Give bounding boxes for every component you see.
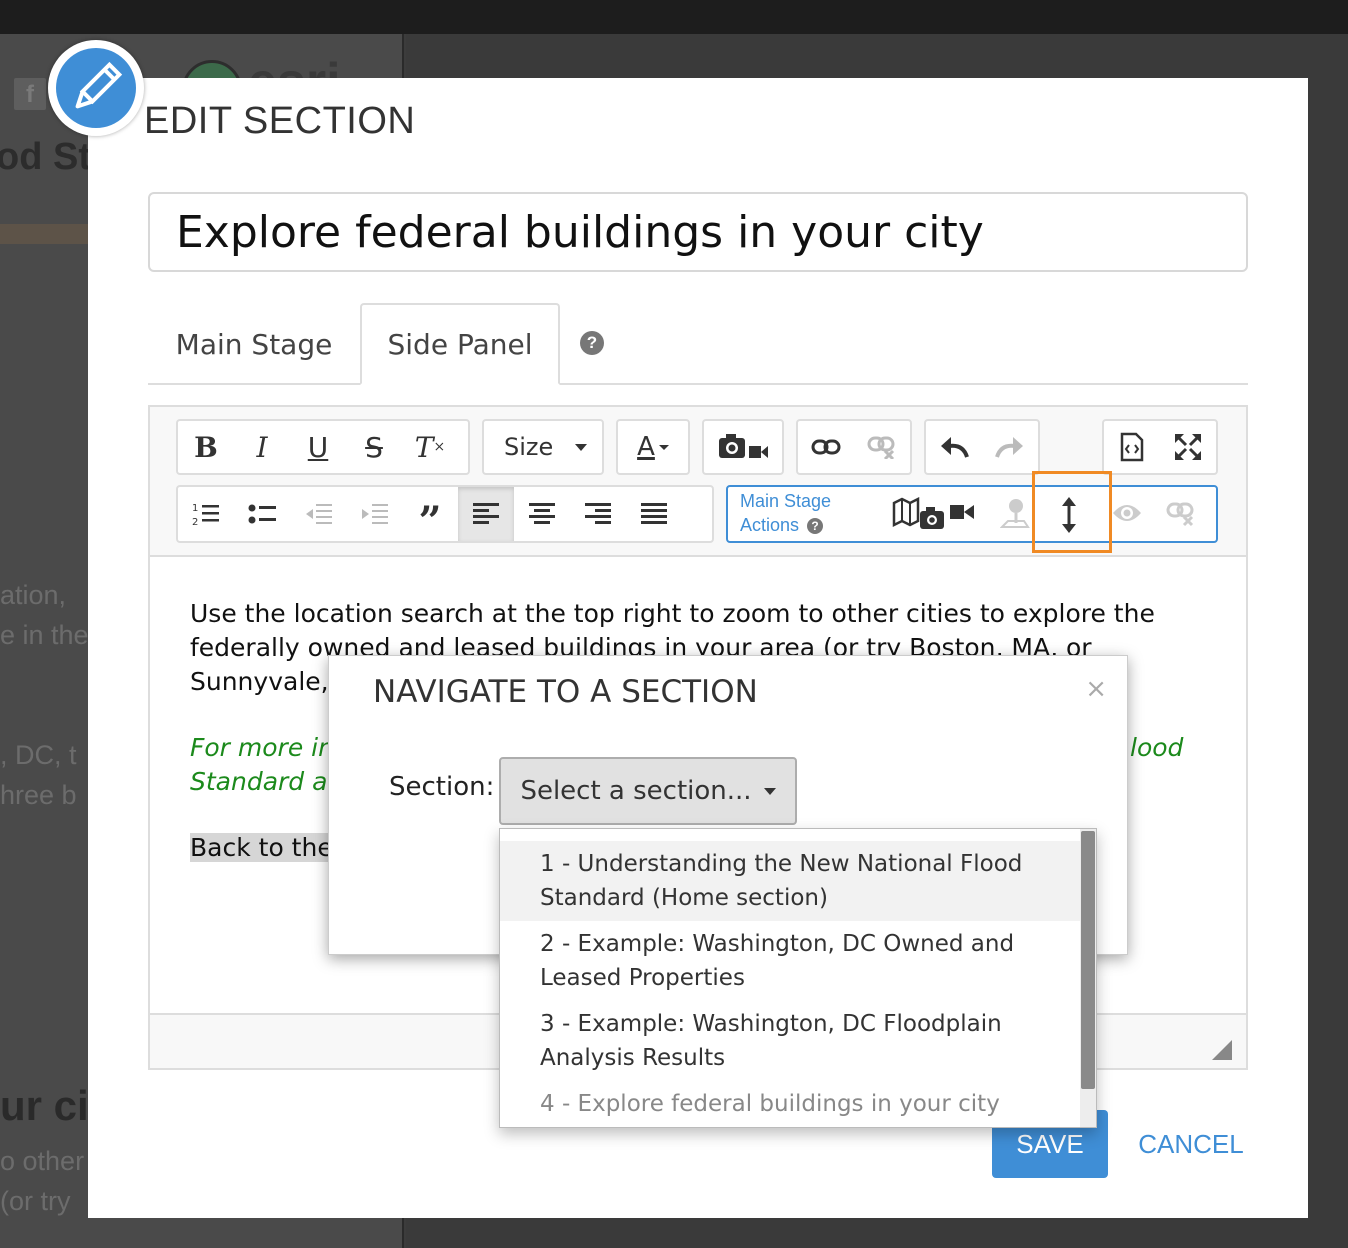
background-text-line: e in the [0, 620, 89, 650]
align-right-icon[interactable] [570, 487, 626, 541]
map-media-icon[interactable] [892, 496, 978, 538]
app-top-bar [0, 0, 1348, 34]
section-select-value: Select a section... [520, 776, 752, 806]
unlink-icon[interactable] [854, 421, 910, 473]
font-size-label: Size [504, 433, 554, 461]
undo-icon[interactable] [926, 421, 982, 473]
edit-badge [48, 40, 144, 136]
svg-text:1: 1 [192, 503, 198, 514]
green-text-end: lood [1130, 733, 1184, 762]
dropdown-scrollbar[interactable] [1080, 829, 1096, 1127]
background-text-line: ation, [0, 580, 67, 610]
section-option-text: 4 - Explore federal buildings in your ci… [540, 1091, 1000, 1127]
section-option-4[interactable]: 4 - Explore federal buildings in your ci… [500, 1081, 1080, 1127]
background-text-line: o other [0, 1146, 85, 1176]
caret-down-icon [575, 443, 588, 451]
visibility-icon[interactable] [1112, 501, 1142, 530]
section-select[interactable]: Select a section... [499, 757, 797, 825]
cancel-button[interactable]: CANCEL [1126, 1118, 1256, 1170]
fullscreen-icon[interactable] [1160, 421, 1216, 473]
main-stage-actions-label-line2: Actions [740, 515, 800, 535]
section-title-input[interactable] [148, 192, 1248, 272]
main-stage-actions-help-icon[interactable]: ? [807, 518, 824, 535]
location-icon[interactable] [999, 497, 1030, 538]
outdent-icon[interactable] [290, 487, 346, 541]
caret-down-icon [763, 787, 776, 795]
green-text-line2: Standard ar [190, 767, 338, 796]
modal-title: EDIT SECTION [144, 100, 416, 142]
editor-toolbar: B I U S T × Size A 1 2 ” Main Stage Acti… [150, 407, 1246, 557]
section-option-text: Analysis Results [540, 1045, 726, 1071]
redo-icon[interactable] [982, 421, 1038, 473]
background-heading: ur ci [0, 1082, 89, 1129]
section-option-text: Standard (Home section) [540, 885, 828, 911]
font-color-icon[interactable]: A [616, 419, 690, 475]
section-option-text: 1 - Understanding the New National Flood [540, 851, 1023, 877]
ordered-list-icon[interactable]: 12 [178, 487, 234, 541]
resize-handle-icon[interactable] [1212, 1040, 1232, 1060]
facebook-icon: f [14, 78, 46, 110]
remove-action-icon[interactable] [1166, 501, 1196, 532]
background-text-line: , DC, t [0, 740, 77, 770]
navigate-highlight-box [1032, 471, 1112, 553]
section-label: Section: [389, 772, 495, 802]
svg-text:2: 2 [192, 517, 198, 527]
quote-icon[interactable]: ” [402, 487, 458, 542]
green-text-start: For more in [190, 733, 334, 762]
source-icon[interactable] [1104, 421, 1160, 473]
section-option-2[interactable]: 2 - Example: Washington, DC Owned and Le… [500, 921, 1080, 1001]
align-center-icon[interactable] [514, 487, 570, 541]
link-icon[interactable] [798, 421, 854, 473]
paragraph-group: 12 ” [176, 485, 714, 543]
view-group [1102, 419, 1218, 475]
back-link-text[interactable]: Back to the [190, 833, 333, 862]
help-icon[interactable]: ? [580, 331, 604, 355]
link-group [796, 419, 912, 475]
underline-icon[interactable]: U [290, 421, 346, 473]
tab-main-stage[interactable]: Main Stage [148, 303, 360, 385]
bullet-list-icon[interactable] [234, 487, 290, 541]
background-text-line: (or try [0, 1186, 71, 1216]
section-option-text: 2 - Example: Washington, DC Owned and [540, 931, 1015, 957]
pencil-icon [75, 61, 123, 109]
justify-icon[interactable] [626, 487, 682, 541]
font-size-dropdown[interactable]: Size [482, 419, 604, 475]
italic-icon[interactable]: I [234, 421, 290, 473]
close-icon[interactable]: × [1085, 674, 1107, 704]
clear-format-icon[interactable]: T × [402, 421, 458, 473]
section-dropdown-list: 1 - Understanding the New National Flood… [499, 828, 1097, 1128]
main-stage-actions-label: Main Stage Actions? [740, 489, 831, 537]
align-left-icon[interactable] [458, 487, 514, 541]
navigate-dialog-title: NAVIGATE TO A SECTION [373, 674, 758, 710]
dropdown-scrollbar-thumb[interactable] [1081, 831, 1095, 1089]
bold-icon[interactable]: B [178, 421, 234, 473]
media-icon[interactable] [702, 419, 784, 475]
main-stage-actions-label-line1: Main Stage [740, 491, 832, 511]
indent-icon[interactable] [346, 487, 402, 541]
format-group: B I U S T × [176, 419, 470, 475]
section-option-3[interactable]: 3 - Example: Washington, DC Floodplain A… [500, 1001, 1080, 1081]
background-text-line: hree b [0, 780, 77, 810]
section-option-text: 3 - Example: Washington, DC Floodplain [540, 1011, 1002, 1037]
history-group [924, 419, 1040, 475]
section-option-text: Leased Properties [540, 965, 745, 991]
section-option-1[interactable]: 1 - Understanding the New National Flood… [500, 841, 1080, 921]
tab-side-panel[interactable]: Side Panel [360, 303, 560, 385]
main-stage-actions-group: Main Stage Actions? [726, 485, 1218, 543]
strikethrough-icon[interactable]: S [346, 421, 402, 473]
